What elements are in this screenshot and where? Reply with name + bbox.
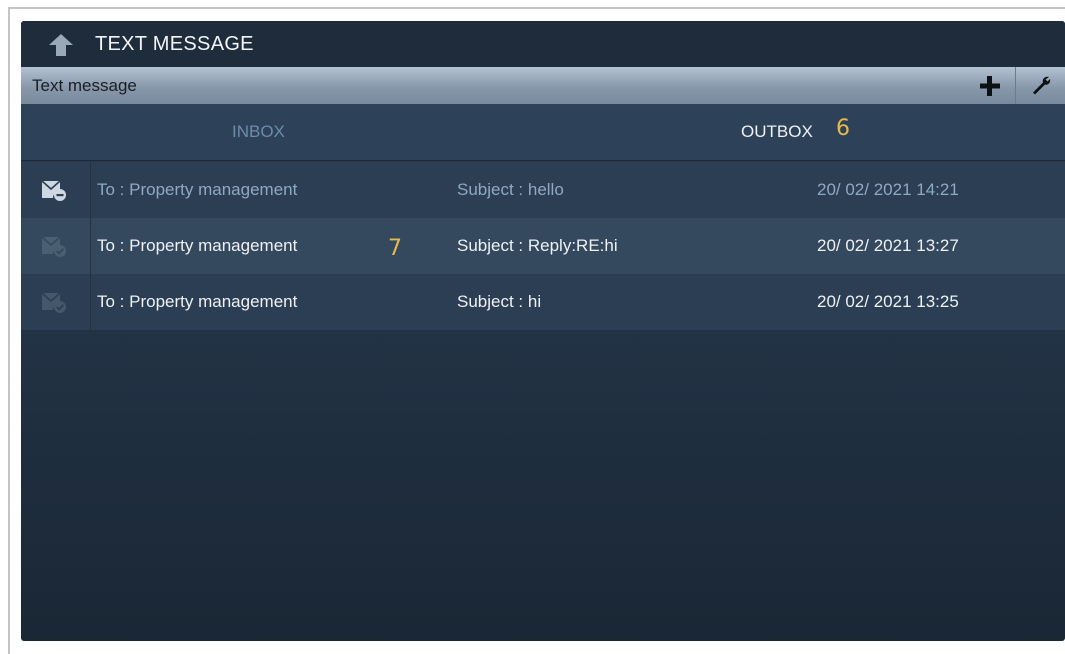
message-subject: Subject : Reply:RE:hi	[457, 236, 618, 255]
message-icon-cell	[21, 218, 91, 274]
settings-button[interactable]	[1015, 67, 1065, 104]
back-arrow-icon	[49, 34, 73, 56]
mail-sent-icon	[41, 236, 66, 257]
tab-inbox[interactable]: INBOX	[21, 104, 543, 161]
mailbox-tabs: INBOX OUTBOX 6	[21, 104, 1065, 161]
callout-number: 7	[388, 236, 402, 261]
message-icon-cell	[21, 274, 91, 330]
back-button[interactable]	[47, 32, 75, 58]
tab-inbox-label: INBOX	[232, 122, 285, 141]
text-message-screen: TEXT MESSAGE Text message INBOX OUTBOX 6	[21, 21, 1065, 641]
tab-outbox[interactable]: OUTBOX 6	[543, 104, 1065, 161]
add-message-button[interactable]	[965, 67, 1015, 104]
message-datetime: 20/ 02/ 2021 13:25	[817, 292, 959, 311]
callout-number: 6	[836, 116, 850, 141]
mail-sending-icon	[41, 180, 66, 201]
message-row[interactable]: To : Property management Subject : hello…	[21, 162, 1065, 218]
section-title: Text message	[32, 76, 137, 95]
message-row[interactable]: To : Property management 7 Subject : Rep…	[21, 218, 1065, 274]
message-datetime: 20/ 02/ 2021 13:27	[817, 236, 959, 255]
message-subject: Subject : hello	[457, 180, 564, 199]
page-title: TEXT MESSAGE	[95, 33, 254, 55]
title-bar: TEXT MESSAGE	[21, 21, 1065, 67]
plus-icon	[980, 76, 1000, 96]
section-bar: Text message	[21, 67, 1065, 104]
frame-border-top	[8, 7, 1065, 9]
message-recipient: To : Property management	[97, 180, 298, 199]
message-recipient: To : Property management	[97, 236, 298, 255]
message-recipient: To : Property management	[97, 292, 298, 311]
wrench-icon	[1033, 76, 1051, 95]
message-datetime: 20/ 02/ 2021 14:21	[817, 180, 959, 199]
message-subject: Subject : hi	[457, 292, 542, 311]
mail-sent-icon	[41, 292, 66, 313]
message-list: To : Property management Subject : hello…	[21, 162, 1065, 330]
frame-border-left	[8, 7, 10, 654]
message-icon-cell	[21, 162, 91, 218]
tab-outbox-label: OUTBOX	[741, 122, 813, 141]
message-row[interactable]: To : Property management Subject : hi 20…	[21, 274, 1065, 330]
